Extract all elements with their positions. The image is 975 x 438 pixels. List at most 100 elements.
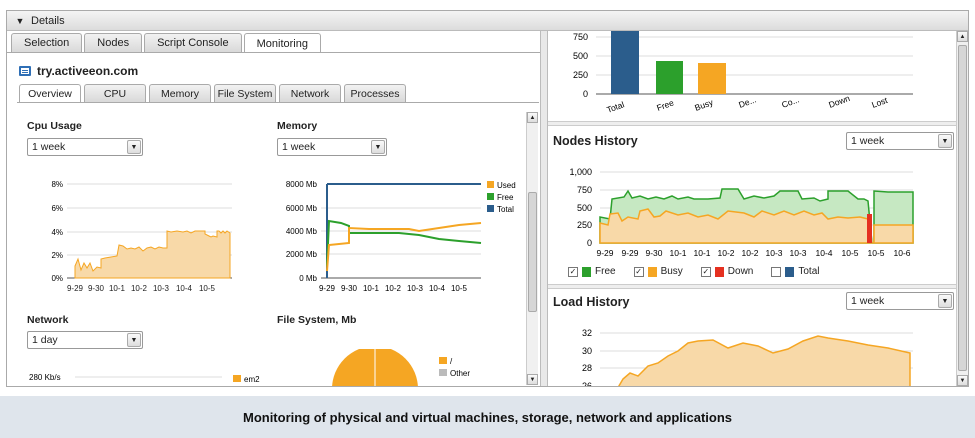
checkbox-busy[interactable]: ✓ bbox=[633, 266, 644, 277]
details-header[interactable]: ▼ Details bbox=[7, 11, 968, 31]
cpu-usage-chart: 8% 6% 4% 2% 0% 9-29 9-30 10-1 10-2 10-3 … bbox=[51, 180, 232, 293]
memory-y-tick: 6000 Mb bbox=[286, 204, 318, 213]
cpu-x-tick: 10-2 bbox=[131, 284, 148, 293]
network-chart: 280 Kb/s em2 bbox=[29, 373, 260, 384]
checkbox-total[interactable] bbox=[771, 266, 782, 277]
load-history-chart: 32 30 28 26 bbox=[582, 328, 913, 386]
nodes-down-area bbox=[867, 214, 872, 243]
scroll-up-icon[interactable]: ▲ bbox=[957, 31, 968, 42]
tab-script-console[interactable]: Script Console bbox=[144, 33, 242, 52]
memory-x-tick: 10-1 bbox=[363, 284, 380, 293]
checkbox-down[interactable]: ✓ bbox=[700, 266, 711, 277]
nodes-history-period-value: 1 week bbox=[851, 135, 885, 147]
top-tabs: Selection Nodes Script Console Monitorin… bbox=[11, 33, 321, 53]
sub-tabs: Overview CPU Memory File System Network … bbox=[19, 84, 406, 103]
nh-x-tick: 10-6 bbox=[893, 248, 910, 258]
section-divider[interactable] bbox=[548, 284, 958, 289]
nh-x-tick: 10-3 bbox=[789, 248, 806, 258]
tab-monitoring[interactable]: Monitoring bbox=[243, 33, 321, 53]
memory-x-tick: 9-30 bbox=[341, 284, 358, 293]
chevron-down-icon: ▼ bbox=[938, 134, 952, 148]
scroll-thumb[interactable] bbox=[528, 192, 537, 312]
memory-y-tick: 2000 Mb bbox=[286, 250, 318, 259]
panel-splitter[interactable] bbox=[540, 31, 548, 386]
load-history-period-select[interactable]: 1 week ▼ bbox=[846, 292, 954, 310]
legend-used-label: Used bbox=[497, 181, 516, 190]
subtab-divider bbox=[17, 102, 539, 103]
legend-free-label: Free bbox=[595, 266, 616, 277]
memory-period-select[interactable]: 1 week ▼ bbox=[277, 138, 387, 156]
left-scrollbar[interactable]: ▲ ▼ bbox=[526, 112, 538, 385]
legend-em2-swatch bbox=[233, 375, 241, 382]
chevron-down-icon: ▼ bbox=[127, 140, 141, 154]
nh-y-tick: 500 bbox=[577, 203, 592, 213]
bar-x-label: Busy bbox=[693, 97, 715, 113]
memory-chart: 8000 Mb 6000 Mb 4000 Mb 2000 Mb 0 Mb 9-2… bbox=[286, 180, 516, 293]
legend-free-swatch bbox=[487, 193, 494, 200]
cpu-x-tick: 10-1 bbox=[109, 284, 126, 293]
chevron-down-icon: ▼ bbox=[127, 333, 141, 347]
nodes-history-chart: 1,000 750 500 250 0 9-29 9-29 9-30 10-1 bbox=[569, 167, 914, 258]
nodes-bar-chart: 750 500 250 0 Total Free Busy De... Co..… bbox=[573, 31, 913, 115]
cpu-x-tick: 10-4 bbox=[176, 284, 193, 293]
lh-y-tick: 32 bbox=[582, 328, 592, 338]
scroll-down-icon[interactable]: ▼ bbox=[527, 374, 538, 385]
nh-x-tick: 9-29 bbox=[596, 248, 613, 258]
subtab-cpu[interactable]: CPU bbox=[84, 84, 146, 102]
scroll-down-icon[interactable]: ▼ bbox=[957, 375, 968, 386]
nh-x-tick: 10-1 bbox=[669, 248, 686, 258]
legend-free-swatch bbox=[582, 266, 591, 277]
bar-x-label: De... bbox=[737, 94, 757, 110]
checkbox-free[interactable]: ✓ bbox=[568, 266, 578, 277]
memory-used-line bbox=[326, 222, 482, 272]
bar-y-tick: 500 bbox=[573, 51, 588, 61]
cpu-period-select[interactable]: 1 week ▼ bbox=[27, 138, 143, 156]
subtab-network[interactable]: Network bbox=[279, 84, 341, 102]
chevron-down-icon[interactable]: ▼ bbox=[15, 16, 25, 26]
memory-period-value: 1 week bbox=[282, 141, 316, 153]
chevron-down-icon: ▼ bbox=[938, 294, 952, 308]
monitoring-panel: Selection Nodes Script Console Monitorin… bbox=[7, 31, 540, 386]
bar-total bbox=[611, 31, 639, 94]
nh-y-tick: 250 bbox=[577, 220, 592, 230]
bar-x-label: Lost bbox=[870, 95, 889, 110]
tab-nodes[interactable]: Nodes bbox=[84, 33, 143, 52]
caption: Monitoring of physical and virtual machi… bbox=[0, 396, 975, 438]
details-panel: ▼ Details Selection Nodes Script Console… bbox=[6, 10, 969, 387]
subtab-memory[interactable]: Memory bbox=[149, 84, 211, 102]
network-period-value: 1 day bbox=[32, 334, 58, 346]
cpu-usage-title: Cpu Usage bbox=[27, 120, 82, 132]
subtab-processes[interactable]: Processes bbox=[344, 84, 406, 102]
right-scrollbar[interactable]: ▲ ▼ bbox=[956, 31, 968, 386]
tab-selection[interactable]: Selection bbox=[11, 33, 83, 52]
memory-x-tick: 10-4 bbox=[429, 284, 446, 293]
subtab-file-system[interactable]: File System bbox=[214, 84, 276, 102]
network-period-select[interactable]: 1 day ▼ bbox=[27, 331, 143, 349]
bar-x-label: Co... bbox=[780, 94, 800, 110]
nh-y-tick: 1,000 bbox=[569, 167, 592, 177]
scroll-up-icon[interactable]: ▲ bbox=[527, 112, 538, 123]
legend-other-label: Other bbox=[450, 369, 470, 378]
nh-x-tick: 10-1 bbox=[693, 248, 710, 258]
scroll-thumb[interactable] bbox=[958, 45, 967, 371]
subtab-overview[interactable]: Overview bbox=[19, 84, 81, 103]
lh-y-tick: 28 bbox=[582, 363, 592, 373]
memory-y-tick: 8000 Mb bbox=[286, 180, 318, 189]
legend-total-label: Total bbox=[798, 266, 820, 277]
legend-root-label: / bbox=[450, 357, 453, 366]
nh-x-tick: 10-5 bbox=[867, 248, 884, 258]
monitor-icon bbox=[19, 66, 31, 76]
memory-x-tick: 10-2 bbox=[385, 284, 402, 293]
legend-busy-label: Busy bbox=[660, 266, 683, 277]
memory-x-tick: 10-5 bbox=[451, 284, 468, 293]
legend-total-swatch bbox=[487, 205, 494, 212]
cpu-y-tick: 6% bbox=[51, 204, 63, 213]
section-divider[interactable] bbox=[548, 121, 958, 126]
cpu-x-tick: 9-29 bbox=[67, 284, 84, 293]
memory-title: Memory bbox=[277, 120, 318, 132]
cpu-y-tick: 4% bbox=[51, 228, 63, 237]
nodes-history-period-select[interactable]: 1 week ▼ bbox=[846, 132, 954, 150]
nh-x-tick: 10-4 bbox=[815, 248, 832, 258]
nh-x-tick: 10-5 bbox=[841, 248, 858, 258]
bar-x-label: Free bbox=[655, 97, 675, 112]
